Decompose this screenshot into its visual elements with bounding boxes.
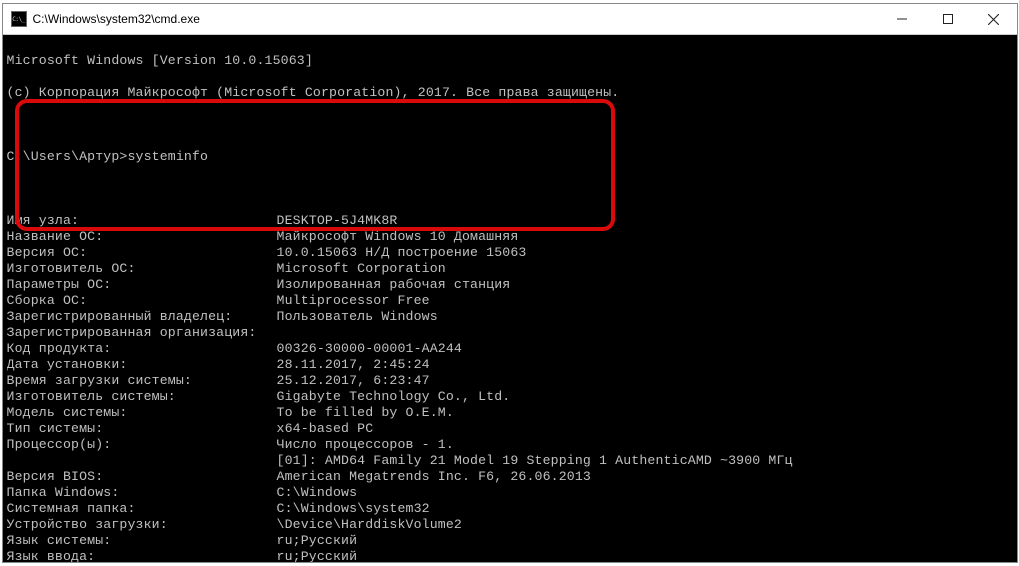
info-value: \Device\HarddiskVolume2 <box>277 517 1013 533</box>
info-row: Версия ОС:10.0.15063 Н/Д построение 1506… <box>7 245 1013 261</box>
info-value: Gigabyte Technology Co., Ltd. <box>277 389 1013 405</box>
info-label: Дата установки: <box>7 357 277 373</box>
info-label: Язык системы: <box>7 533 277 549</box>
info-row: Дата установки:28.11.2017, 2:45:24 <box>7 357 1013 373</box>
info-label: Папка Windows: <box>7 485 277 501</box>
info-label: Процессор(ы): <box>7 437 277 453</box>
info-value: American Megatrends Inc. F6, 26.06.2013 <box>277 469 1013 485</box>
info-row: Язык системы:ru;Русский <box>7 533 1013 549</box>
info-value: Пользователь Windows <box>277 309 1013 325</box>
info-value: 00326-30000-00001-AA244 <box>277 341 1013 357</box>
info-label: Зарегистрированная организация: <box>7 325 277 341</box>
info-row: Зарегистрированная организация: <box>7 325 1013 341</box>
info-value: Изолированная рабочая станция <box>277 277 1013 293</box>
info-value: DESKTOP-5J4MK8R <box>277 213 1013 229</box>
info-value <box>277 325 1013 341</box>
info-row: Системная папка:C:\Windows\system32 <box>7 501 1013 517</box>
cmd-window: C:\Windows\system32\cmd.exe Microsoft Wi… <box>3 4 1017 562</box>
info-label: Модель системы: <box>7 405 277 421</box>
info-label: Версия BIOS: <box>7 469 277 485</box>
info-label: Изготовитель ОС: <box>7 261 277 277</box>
info-label: Код продукта: <box>7 341 277 357</box>
info-row: Тип системы:x64-based PC <box>7 421 1013 437</box>
titlebar-left: C:\Windows\system32\cmd.exe <box>3 11 200 27</box>
info-label: Параметры ОС: <box>7 277 277 293</box>
info-value: ru;Русский <box>277 533 1013 549</box>
info-value: [01]: AMD64 Family 21 Model 19 Stepping … <box>277 453 1013 469</box>
close-button[interactable] <box>971 4 1017 34</box>
info-label: Название ОС: <box>7 229 277 245</box>
info-row: Устройство загрузки:\Device\HarddiskVolu… <box>7 517 1013 533</box>
info-value: 10.0.15063 Н/Д построение 15063 <box>277 245 1013 261</box>
blank-line <box>7 181 1013 197</box>
info-row: Название ОС:Майкрософт Windows 10 Домашн… <box>7 229 1013 245</box>
prompt-line: C:\Users\Артур>systeminfo <box>7 149 1013 165</box>
info-value: Майкрософт Windows 10 Домашняя <box>277 229 1013 245</box>
window-title: C:\Windows\system32\cmd.exe <box>33 12 200 26</box>
minimize-button[interactable] <box>879 4 925 34</box>
titlebar[interactable]: C:\Windows\system32\cmd.exe <box>3 4 1017 35</box>
cmd-icon <box>11 11 27 27</box>
info-row: Процессор(ы):Число процессоров - 1. <box>7 437 1013 453</box>
header-line-2: (c) Корпорация Майкрософт (Microsoft Cor… <box>7 85 1013 101</box>
header-line-1: Microsoft Windows [Version 10.0.15063] <box>7 53 1013 69</box>
info-label: Устройство загрузки: <box>7 517 277 533</box>
info-label: Зарегистрированный владелец: <box>7 309 277 325</box>
info-row: Код продукта:00326-30000-00001-AA244 <box>7 341 1013 357</box>
info-value: To be filled by O.E.M. <box>277 405 1013 421</box>
info-row: Модель системы:To be filled by O.E.M. <box>7 405 1013 421</box>
info-label: Время загрузки системы: <box>7 373 277 389</box>
terminal-output[interactable]: Microsoft Windows [Version 10.0.15063] (… <box>3 35 1017 562</box>
window-controls <box>879 4 1017 34</box>
info-row: Изготовитель ОС:Microsoft Corporation <box>7 261 1013 277</box>
info-value: ru;Русский <box>277 549 1013 562</box>
info-row: Папка Windows:C:\Windows <box>7 485 1013 501</box>
info-row: Сборка ОС:Multiprocessor Free <box>7 293 1013 309</box>
info-label: Системная папка: <box>7 501 277 517</box>
systeminfo-rows: Имя узла:DESKTOP-5J4MK8RНазвание ОС:Майк… <box>7 213 1013 562</box>
info-row: Язык ввода:ru;Русский <box>7 549 1013 562</box>
info-label: Изготовитель системы: <box>7 389 277 405</box>
info-row: Зарегистрированный владелец:Пользователь… <box>7 309 1013 325</box>
info-row: Параметры ОС:Изолированная рабочая станц… <box>7 277 1013 293</box>
info-value: Число процессоров - 1. <box>277 437 1013 453</box>
blank-line <box>7 117 1013 133</box>
info-row: Изготовитель системы:Gigabyte Technology… <box>7 389 1013 405</box>
maximize-button[interactable] <box>925 4 971 34</box>
info-value: 28.11.2017, 2:45:24 <box>277 357 1013 373</box>
info-value: Multiprocessor Free <box>277 293 1013 309</box>
info-value: Microsoft Corporation <box>277 261 1013 277</box>
info-label: Тип системы: <box>7 421 277 437</box>
info-label <box>7 453 277 469</box>
info-value: C:\Windows\system32 <box>277 501 1013 517</box>
info-value: C:\Windows <box>277 485 1013 501</box>
info-label: Язык ввода: <box>7 549 277 562</box>
info-label: Версия ОС: <box>7 245 277 261</box>
info-label: Имя узла: <box>7 213 277 229</box>
info-label: Сборка ОС: <box>7 293 277 309</box>
info-value: x64-based PC <box>277 421 1013 437</box>
info-value: 25.12.2017, 6:23:47 <box>277 373 1013 389</box>
info-row: Время загрузки системы:25.12.2017, 6:23:… <box>7 373 1013 389</box>
info-row: Версия BIOS:American Megatrends Inc. F6,… <box>7 469 1013 485</box>
info-row: Имя узла:DESKTOP-5J4MK8R <box>7 213 1013 229</box>
info-row: [01]: AMD64 Family 21 Model 19 Stepping … <box>7 453 1013 469</box>
